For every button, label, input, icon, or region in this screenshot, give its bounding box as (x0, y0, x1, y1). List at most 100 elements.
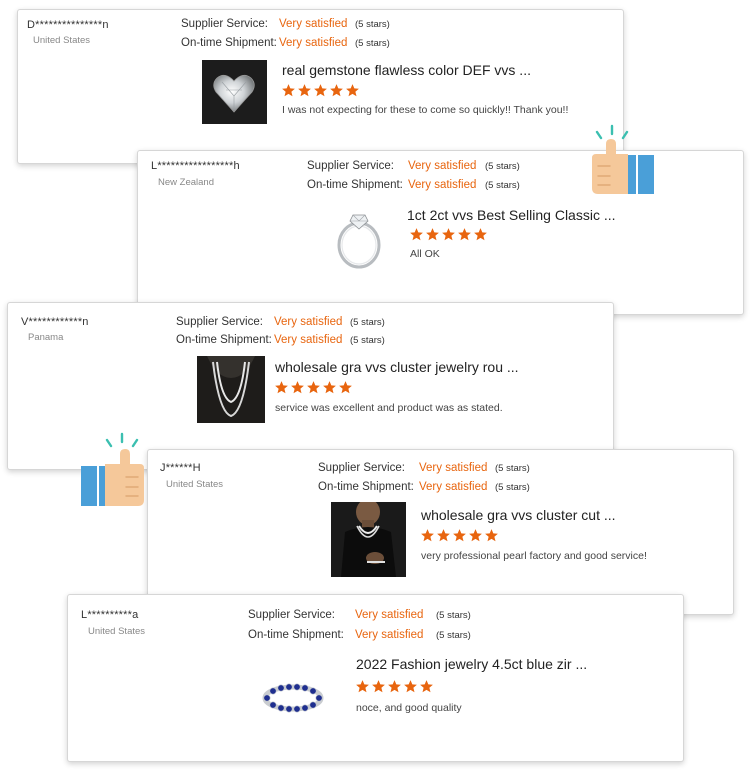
supplier-service-row: Supplier Service: Very satisfied (5 stars) (181, 18, 390, 30)
supplier-service-label: Supplier Service: (318, 462, 405, 474)
ontime-shipment-stars: (5 stars) (350, 335, 385, 346)
ontime-shipment-row: On-time Shipment: Very satisfied (5 stars) (181, 37, 390, 49)
supplier-service-stars: (5 stars) (495, 463, 530, 474)
star-icon (420, 680, 433, 693)
star-icon (330, 84, 343, 97)
star-icon (474, 228, 487, 241)
star-icon (421, 529, 434, 542)
product-title[interactable]: wholesale gra vvs cluster cut ... (421, 507, 616, 523)
thumbs-up-icon (584, 122, 658, 196)
buyer-name: L**********a (81, 609, 139, 621)
supplier-service-label: Supplier Service: (181, 18, 268, 30)
star-icon (298, 84, 311, 97)
ontime-shipment-value: Very satisfied (419, 481, 488, 493)
star-icon (388, 680, 401, 693)
review-comment: All OK (410, 248, 440, 260)
supplier-service-value: Very satisfied (355, 609, 424, 621)
supplier-service-label: Supplier Service: (307, 160, 394, 172)
supplier-service-value: Very satisfied (274, 316, 343, 328)
buyer-country: Panama (28, 332, 64, 343)
star-icon (469, 529, 482, 542)
product-image-heart-gemstone[interactable] (202, 60, 267, 124)
ontime-shipment-label: On-time Shipment: (318, 481, 414, 493)
supplier-service-stars: (5 stars) (350, 317, 385, 328)
product-rating-stars (274, 380, 353, 395)
review-comment: very professional pearl factory and good… (421, 550, 647, 562)
product-title[interactable]: 2022 Fashion jewelry 4.5ct blue zir ... (356, 656, 587, 672)
product-title[interactable]: 1ct 2ct vvs Best Selling Classic ... (407, 207, 616, 223)
supplier-service-stars: (5 stars) (355, 19, 390, 30)
star-icon (458, 228, 471, 241)
supplier-service-value: Very satisfied (408, 160, 477, 172)
buyer-country: United States (33, 35, 91, 46)
star-icon (437, 529, 450, 542)
star-icon (339, 381, 352, 394)
ontime-shipment-stars: (5 stars) (495, 482, 530, 493)
star-icon (426, 228, 439, 241)
supplier-service-row: Supplier Service: Very satisfied (5 stars) (307, 160, 520, 172)
star-icon (314, 84, 327, 97)
product-title[interactable]: real gemstone flawless color DEF vvs ... (282, 62, 531, 78)
star-icon (372, 680, 385, 693)
ontime-shipment-row: On-time Shipment: Very satisfied (5 stars) (176, 334, 385, 346)
ontime-shipment-row: On-time Shipment: Very satisfied (5 stars) (307, 179, 520, 191)
review-card: D***************n United States Supplier… (17, 9, 624, 164)
buyer-country: United States (88, 626, 146, 637)
review-comment: I was not expecting for these to come so… (282, 104, 569, 116)
star-icon (275, 381, 288, 394)
supplier-service-value: Very satisfied (279, 18, 348, 30)
product-image-blue-bracelet[interactable] (261, 681, 325, 715)
ontime-shipment-label: On-time Shipment: (307, 179, 403, 191)
star-icon (453, 529, 466, 542)
review-comment: service was excellent and product was as… (275, 402, 503, 414)
star-icon (282, 84, 295, 97)
star-icon (323, 381, 336, 394)
ontime-shipment-label: On-time Shipment: (248, 629, 344, 641)
product-title[interactable]: wholesale gra vvs cluster jewelry rou ..… (275, 359, 519, 375)
supplier-service-stars: (5 stars) (485, 161, 520, 172)
star-icon (410, 228, 423, 241)
ontime-shipment-value: Very satisfied (274, 334, 343, 346)
ontime-shipment-row: On-time Shipment: Very satisfied (5 stars) (318, 481, 530, 493)
star-icon (307, 381, 320, 394)
ontime-shipment-label: On-time Shipment: (176, 334, 272, 346)
product-image-cluster-chain[interactable] (197, 356, 265, 423)
supplier-service-stars: (5 stars) (436, 610, 471, 621)
buyer-country: New Zealand (158, 177, 214, 188)
ontime-shipment-stars: (5 stars) (485, 180, 520, 191)
ontime-shipment-label: On-time Shipment: (181, 37, 277, 49)
supplier-service-value: Very satisfied (419, 462, 488, 474)
product-rating-stars (355, 679, 434, 694)
product-rating-stars (281, 83, 360, 98)
star-icon (485, 529, 498, 542)
supplier-service-row: Supplier Service: Very satisfied (5 stars) (318, 462, 530, 474)
product-rating-stars (409, 227, 488, 242)
buyer-name: J******H (160, 462, 201, 474)
supplier-service-label: Supplier Service: (248, 609, 335, 621)
buyer-name: L*****************h (151, 160, 240, 172)
star-icon (346, 84, 359, 97)
ontime-shipment-stars: (5 stars) (355, 38, 390, 49)
ontime-shipment-row: On-time Shipment: Very satisfied (5 stars) (248, 629, 471, 641)
supplier-service-row: Supplier Service: Very satisfied (5 stars) (176, 316, 385, 328)
product-image-solitaire-ring[interactable] (331, 203, 387, 273)
star-icon (404, 680, 417, 693)
star-icon (442, 228, 455, 241)
review-comment: noce, and good quality (356, 702, 462, 714)
supplier-service-row: Supplier Service: Very satisfied (5 stars) (248, 609, 471, 621)
supplier-service-label: Supplier Service: (176, 316, 263, 328)
buyer-country: United States (166, 479, 224, 490)
review-card: J******H United States Supplier Service:… (147, 449, 734, 615)
buyer-name: D***************n (27, 19, 109, 31)
star-icon (356, 680, 369, 693)
product-rating-stars (420, 528, 499, 543)
buyer-name: V************n (21, 316, 89, 328)
product-image-model-chain[interactable] (331, 502, 406, 577)
star-icon (291, 381, 304, 394)
thumbs-up-icon (78, 432, 152, 508)
review-card: L**********a United States Supplier Serv… (67, 594, 684, 762)
ontime-shipment-value: Very satisfied (355, 629, 424, 641)
ontime-shipment-value: Very satisfied (279, 37, 348, 49)
ontime-shipment-stars: (5 stars) (436, 630, 471, 641)
ontime-shipment-value: Very satisfied (408, 179, 477, 191)
